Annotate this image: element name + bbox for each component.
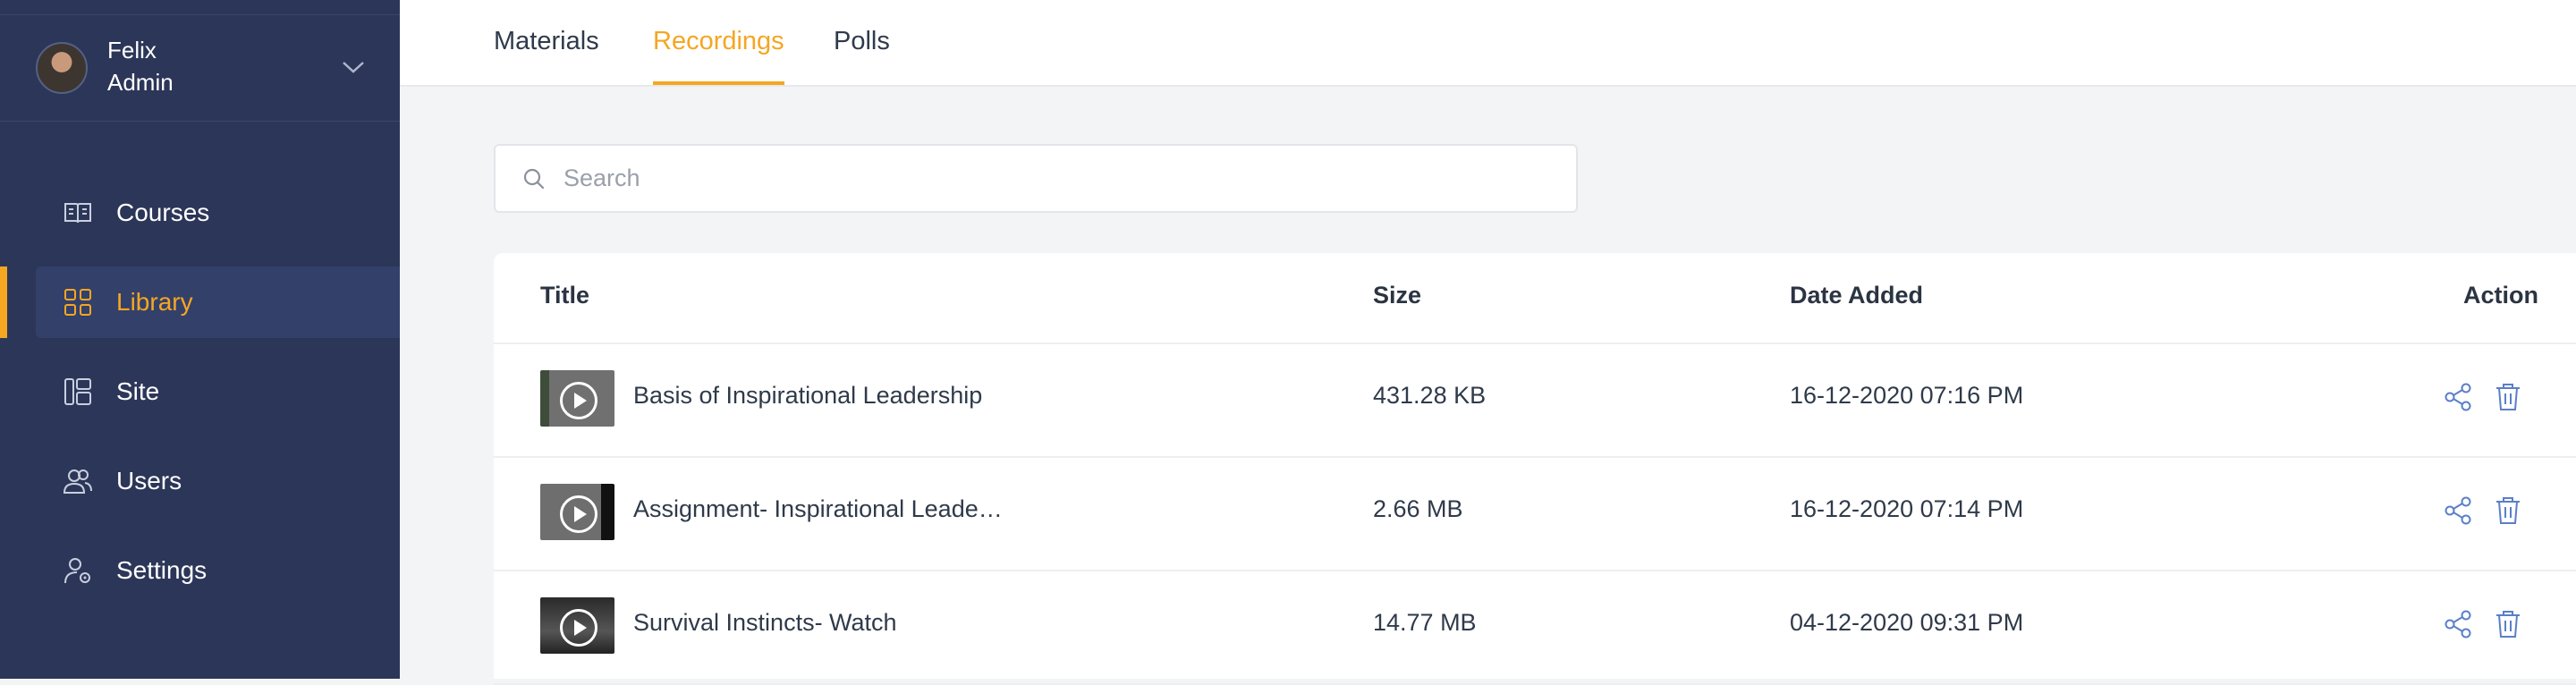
- column-date[interactable]: Date Added: [1790, 282, 1923, 309]
- search-input[interactable]: [562, 164, 1549, 193]
- recording-size: 2.66 MB: [1373, 495, 1463, 522]
- video-thumbnail[interactable]: [540, 484, 614, 540]
- user-name: Felix: [107, 37, 157, 63]
- share-icon[interactable]: [2442, 608, 2474, 640]
- active-indicator: [0, 266, 7, 338]
- search-box[interactable]: [494, 144, 1578, 213]
- grid-icon: [64, 289, 91, 316]
- sidebar-item-site[interactable]: Site: [36, 356, 400, 427]
- play-icon: [560, 609, 597, 647]
- sidebar-item-library[interactable]: Library: [36, 266, 400, 338]
- recording-title[interactable]: Survival Instincts- Watch: [633, 609, 897, 637]
- column-size[interactable]: Size: [1373, 282, 1421, 309]
- table-header: Title Size Date Added Action: [494, 253, 2576, 344]
- trash-icon[interactable]: [2492, 495, 2524, 527]
- column-action: Action: [2463, 282, 2538, 309]
- user-gear-icon: [64, 558, 90, 584]
- trash-icon[interactable]: [2492, 381, 2524, 413]
- book-icon: [64, 203, 91, 224]
- recording-date: 16-12-2020 07:14 PM: [1790, 495, 2024, 522]
- user-menu[interactable]: Felix Admin: [0, 15, 400, 122]
- share-icon[interactable]: [2442, 381, 2474, 413]
- table-row[interactable]: Assignment- Inspirational Leade… 2.66 MB…: [494, 456, 2576, 571]
- video-thumbnail[interactable]: [540, 370, 614, 427]
- sidebar-item-settings[interactable]: Settings: [36, 535, 400, 606]
- table-row[interactable]: Survival Instincts- Watch 14.77 MB 04-12…: [494, 570, 2576, 685]
- recording-date: 16-12-2020 07:16 PM: [1790, 382, 2024, 409]
- avatar: [36, 42, 88, 94]
- recording-size: 14.77 MB: [1373, 609, 1477, 636]
- play-icon: [560, 495, 597, 533]
- users-icon: [63, 469, 92, 494]
- sidebar-item-label: Settings: [116, 556, 208, 584]
- sidebar-item-users[interactable]: Users: [36, 445, 400, 517]
- sidebar: Felix Admin Courses Library Site Users S…: [0, 0, 400, 679]
- sidebar-item-label: Courses: [116, 199, 210, 226]
- user-role: Admin: [107, 69, 174, 96]
- play-icon: [560, 382, 597, 419]
- video-thumbnail[interactable]: [540, 597, 614, 654]
- chevron-down-icon[interactable]: [340, 56, 367, 78]
- tab-bar: Materials Recordings Polls: [400, 0, 2576, 87]
- layout-icon: [64, 378, 91, 405]
- search-icon: [523, 168, 545, 189]
- trash-icon[interactable]: [2492, 608, 2524, 640]
- recording-title[interactable]: Basis of Inspirational Leadership: [633, 382, 982, 410]
- sidebar-item-label: Site: [116, 377, 160, 405]
- tab-polls[interactable]: Polls: [834, 27, 890, 85]
- recording-date: 04-12-2020 09:31 PM: [1790, 609, 2024, 636]
- sidebar-item-label: Library: [116, 288, 193, 316]
- sidebar-item-courses[interactable]: Courses: [36, 177, 400, 249]
- recording-title[interactable]: Assignment- Inspirational Leade…: [633, 495, 1003, 523]
- recording-size: 431.28 KB: [1373, 382, 1487, 409]
- share-icon[interactable]: [2442, 495, 2474, 527]
- column-title[interactable]: Title: [540, 282, 589, 309]
- table-row[interactable]: Basis of Inspirational Leadership 431.28…: [494, 342, 2576, 458]
- tab-recordings[interactable]: Recordings: [653, 27, 784, 85]
- sidebar-item-label: Users: [116, 467, 182, 495]
- recordings-table: Title Size Date Added Action Basis of In…: [494, 253, 2576, 685]
- tab-materials[interactable]: Materials: [494, 27, 599, 85]
